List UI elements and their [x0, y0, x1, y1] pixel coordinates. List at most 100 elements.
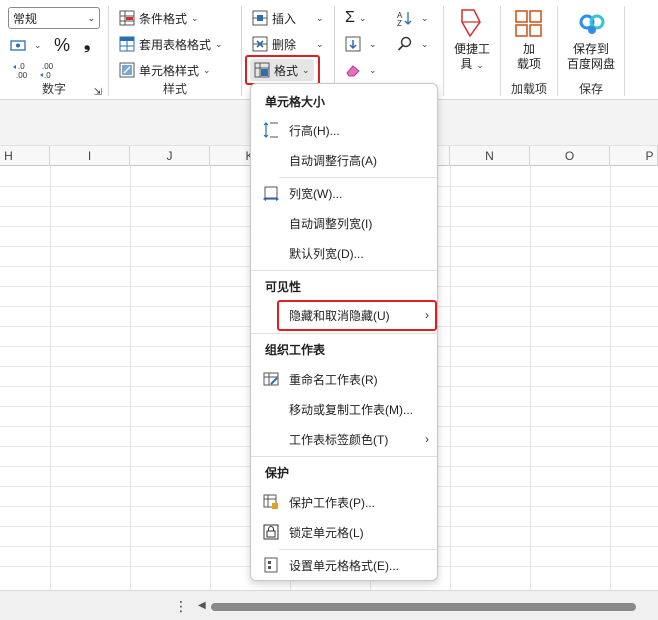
- scroll-left-icon[interactable]: ◀: [198, 600, 206, 611]
- accounting-format-button[interactable]: ⌄: [10, 34, 42, 56]
- menu-item-autofit-row[interactable]: 自动调整行高(A): [259, 146, 437, 174]
- menu-item-label: 自动调整列宽(I): [289, 216, 373, 231]
- menu-item-format-cells[interactable]: 设置单元格格式(E)...: [259, 551, 437, 579]
- addins-button[interactable]: 加 载项: [501, 42, 557, 72]
- insert-label: 插入: [272, 11, 297, 26]
- number-group-label: 数字: [41, 82, 66, 96]
- chevron-down-icon: ⌄: [369, 38, 377, 49]
- menu-item-lock-cell[interactable]: 锁定单元格(L): [259, 518, 437, 546]
- styles-group-label: 样式: [162, 82, 187, 96]
- fill-button[interactable]: ⌄: [345, 33, 377, 55]
- format-dropdown-menu: 单元格大小 行高(H)... 自动调整行高(A) 列宽(W)... 自动调整列宽…: [250, 83, 438, 581]
- menu-item-column-width[interactable]: 列宽(W)...: [259, 179, 437, 207]
- column-header-i[interactable]: I: [50, 146, 130, 166]
- delete-button[interactable]: 删除 ⌄: [252, 33, 324, 55]
- chevron-down-icon: ⌄: [87, 12, 95, 23]
- menu-item-label: 默认列宽(D)...: [289, 246, 364, 261]
- clear-button[interactable]: ⌄: [345, 59, 377, 81]
- dialog-launcher-icon[interactable]: ⇲: [94, 87, 102, 98]
- column-label: N: [485, 149, 494, 163]
- cell-styles-label: 单元格样式: [139, 63, 200, 78]
- protect-sheet-icon: [263, 494, 279, 510]
- menu-separator: [251, 333, 437, 334]
- cell-styles-button[interactable]: 单元格样式 ⌄: [119, 59, 211, 81]
- column-header-p[interactable]: P: [610, 146, 658, 166]
- column-label: J: [166, 149, 173, 163]
- column-label: P: [645, 149, 654, 163]
- column-label: O: [564, 149, 575, 163]
- save-button-label-1: 保存到: [572, 42, 609, 56]
- find-select-button[interactable]: ⌄: [397, 33, 429, 55]
- percent-button[interactable]: %: [54, 34, 70, 56]
- menu-item-move-copy-sheet[interactable]: 移动或复制工作表(M)...: [259, 395, 437, 423]
- format-as-table-button[interactable]: 套用表格格式 ⌄: [119, 33, 223, 55]
- menu-item-label: 列宽(W)...: [289, 186, 343, 201]
- svg-text:.00: .00: [16, 71, 28, 80]
- number-format-value: 常规: [13, 11, 38, 26]
- search-icon: [397, 36, 413, 52]
- percent-icon: %: [54, 34, 71, 55]
- column-label: I: [87, 149, 92, 163]
- delete-cells-icon: [252, 36, 268, 52]
- section-cell-size: 单元格大小: [265, 95, 326, 109]
- baidu-netdisk-icon: [578, 10, 606, 38]
- number-format-dropdown[interactable]: 常规 ⌄: [8, 7, 100, 29]
- menu-item-autofit-column[interactable]: 自动调整列宽(I): [259, 209, 437, 237]
- save-group-label: 保存: [578, 82, 603, 96]
- menu-item-protect-sheet[interactable]: 保护工作表(P)...: [259, 488, 437, 516]
- menu-item-label: 行高(H)...: [289, 123, 340, 138]
- chevron-down-icon: ⌄: [369, 64, 377, 75]
- menu-item-row-height[interactable]: 行高(H)...: [259, 116, 437, 144]
- menu-item-default-width[interactable]: 默认列宽(D)...: [259, 239, 437, 267]
- section-visibility: 可见性: [265, 280, 302, 294]
- addins-button-label-1: 加: [522, 42, 535, 56]
- comma-button[interactable]: ❟: [84, 34, 90, 56]
- decrease-decimal-button[interactable]: .00.0: [38, 60, 60, 82]
- horizontal-scrollbar[interactable]: [211, 603, 636, 611]
- section-organize-sheets: 组织工作表: [265, 343, 326, 357]
- section-protect: 保护: [265, 466, 290, 480]
- quick-tools-icon: [456, 8, 486, 38]
- cell-styles-icon: [119, 62, 135, 78]
- quick-tools-label-2-row: 具 ⌄: [444, 57, 500, 73]
- lock-icon: [263, 524, 279, 540]
- accounting-icon: [10, 37, 26, 53]
- menu-item-label: 保护工作表(P)...: [289, 495, 375, 510]
- chevron-down-icon: ⌄: [421, 12, 429, 23]
- svg-text:Z: Z: [397, 19, 402, 26]
- column-header-h[interactable]: H: [0, 146, 50, 166]
- chevron-down-icon: ⌄: [203, 64, 211, 75]
- quick-tools-label-1: 便捷工: [453, 42, 490, 56]
- format-as-table-label: 套用表格格式: [139, 37, 212, 52]
- column-header-o[interactable]: O: [530, 146, 610, 166]
- sort-filter-button[interactable]: AZ ⌄: [397, 7, 429, 29]
- quick-tools-button[interactable]: 便捷工 具 ⌄: [444, 42, 500, 73]
- autosum-button[interactable]: Σ ⌄: [345, 7, 366, 29]
- conditional-format-button[interactable]: 条件格式 ⌄: [119, 7, 199, 29]
- chevron-down-icon: ⌄: [316, 38, 324, 49]
- menu-item-label: 移动或复制工作表(M)...: [289, 402, 413, 417]
- menu-separator: [251, 456, 437, 457]
- increase-decimal-button[interactable]: .0.00: [12, 60, 34, 82]
- chevron-down-icon: ⌄: [476, 60, 484, 70]
- column-header-n[interactable]: N: [450, 146, 530, 166]
- menu-item-tab-color[interactable]: 工作表标签颜色(T) ›: [259, 425, 437, 453]
- sort-filter-icon: AZ: [397, 10, 413, 28]
- more-options-icon[interactable]: ⋮: [174, 598, 188, 615]
- group-separator: [624, 6, 625, 96]
- menu-item-rename-sheet[interactable]: 重命名工作表(R): [259, 365, 437, 393]
- column-header-j[interactable]: J: [130, 146, 210, 166]
- quick-tools-label-2: 具: [460, 57, 473, 71]
- menu-item-label: 设置单元格格式(E)...: [289, 558, 399, 573]
- save-to-netdisk-button[interactable]: 保存到 百度网盘: [558, 42, 624, 72]
- fill-down-icon: [345, 36, 361, 52]
- table-format-icon: [119, 36, 135, 52]
- menu-item-label: 工作表标签颜色(T): [289, 432, 389, 447]
- addins-group: 加 载项 加载项: [501, 0, 557, 100]
- insert-button[interactable]: 插入 ⌄: [252, 7, 324, 29]
- menu-separator: [251, 270, 437, 271]
- hide-unhide-highlight: [277, 300, 437, 331]
- eraser-icon: [345, 62, 361, 78]
- addins-group-label: 加载项: [510, 82, 547, 96]
- sigma-icon: Σ: [345, 9, 355, 26]
